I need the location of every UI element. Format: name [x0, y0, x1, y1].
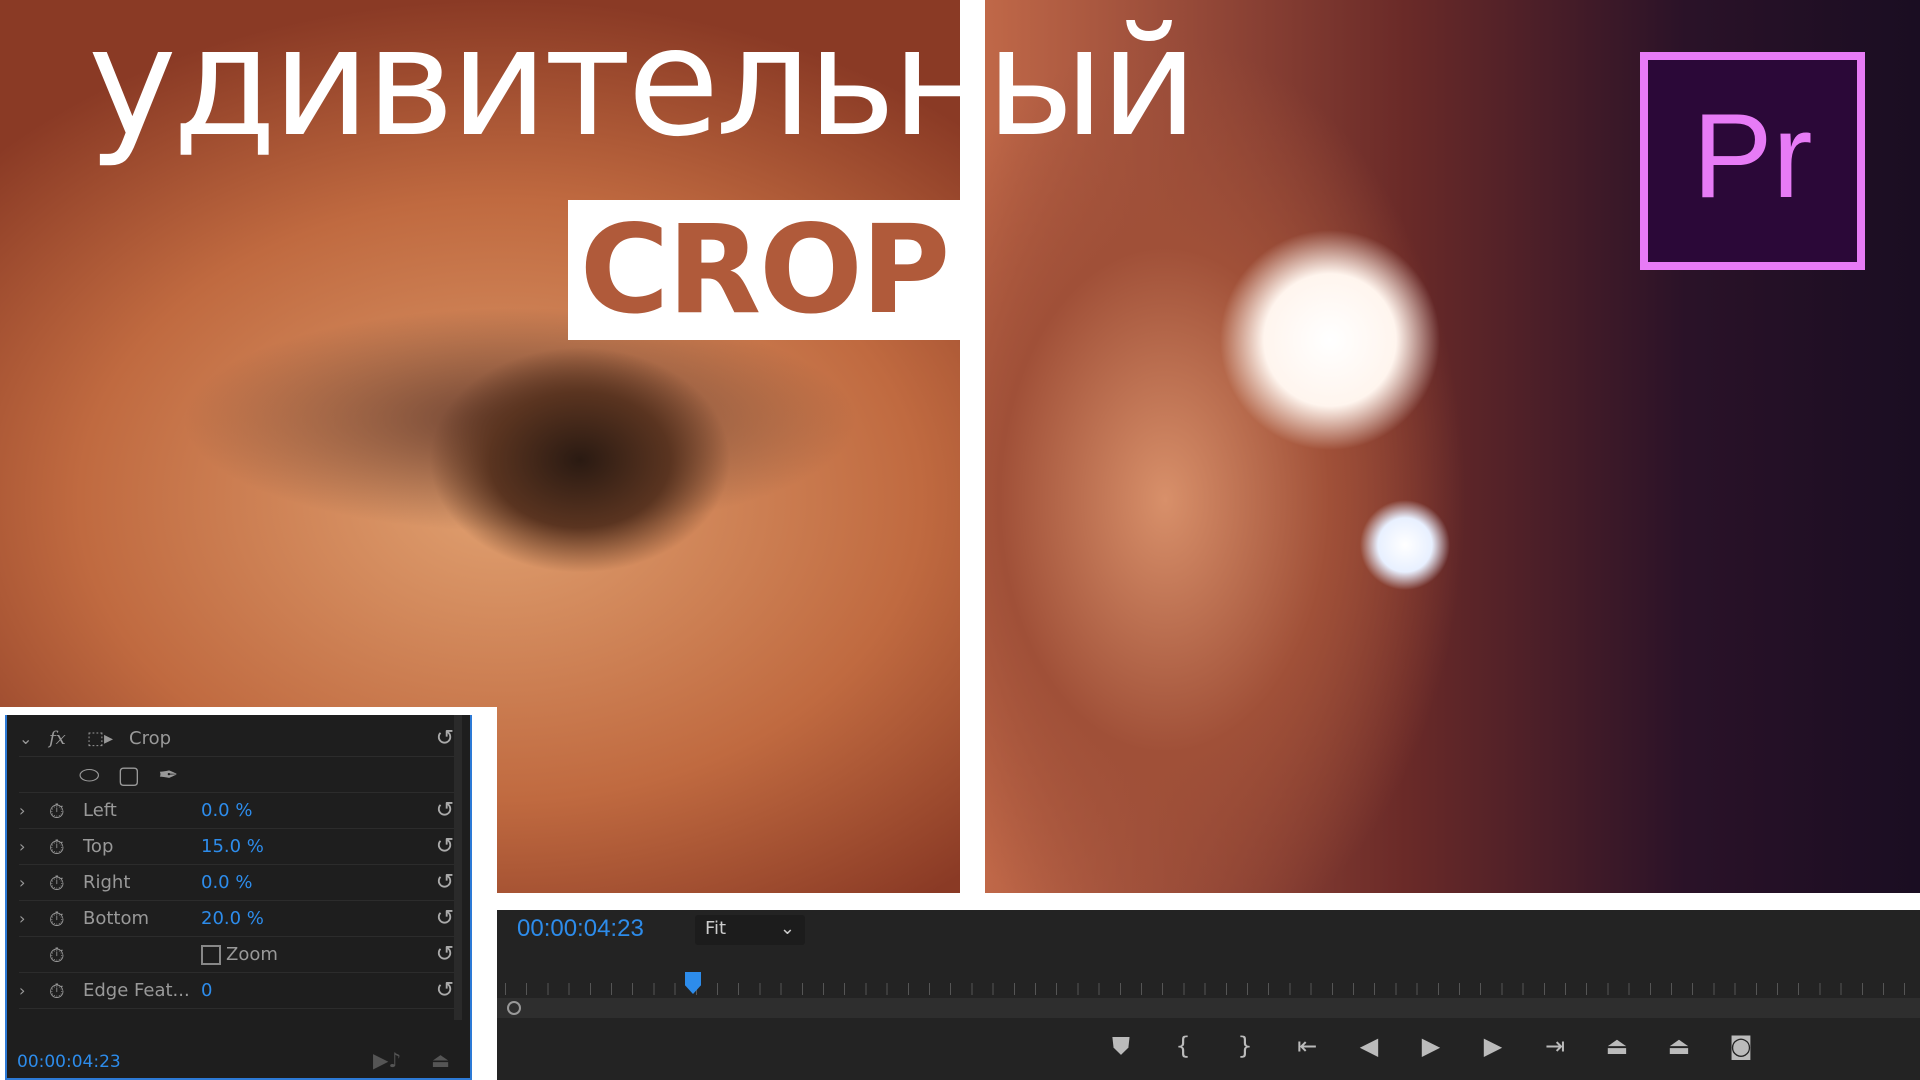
step-forward-icon[interactable]: ▶ [1477, 1032, 1509, 1060]
chevron-right-icon[interactable]: › [19, 837, 49, 856]
chevron-right-icon[interactable]: › [19, 873, 49, 892]
scroll-handle[interactable] [507, 1001, 521, 1015]
reset-icon[interactable]: ↺ [436, 942, 454, 967]
reset-icon[interactable]: ↺ [436, 906, 454, 931]
monitor-timecode[interactable]: 00:00:04:23 [517, 915, 644, 943]
stopwatch-icon[interactable]: ⏱ [49, 907, 83, 931]
effect-controls-panel: ⌄ fx ⬚▸ Crop ↺ ⬭ ▢ ✒ › ⏱ Left 0.0 % ↺ › ⏱ Top 1… [0, 707, 497, 1080]
property-zoom: ⏱ Zoom ↺ [19, 937, 454, 973]
chevron-right-icon[interactable]: › [19, 981, 49, 1000]
reset-icon[interactable]: ↺ [436, 978, 454, 1003]
mark-out-icon[interactable]: } [1229, 1032, 1261, 1060]
chevron-down-icon: ⌄ [779, 918, 795, 939]
export-icon[interactable]: ⏏ [431, 1048, 450, 1072]
chevron-right-icon[interactable]: › [19, 909, 49, 928]
zoom-scrollbar[interactable] [485, 998, 1920, 1018]
ellipse-mask-icon[interactable]: ⬭ [79, 761, 100, 789]
go-to-out-icon[interactable]: ⇥ [1539, 1032, 1571, 1060]
time-ruler[interactable] [505, 965, 1920, 995]
stopwatch-icon[interactable]: ⏱ [49, 799, 83, 823]
stopwatch-icon[interactable]: ⏱ [49, 943, 83, 967]
chevron-right-icon[interactable]: › [19, 801, 49, 820]
transform-icon: ⬚▸ [87, 728, 114, 749]
chevron-down-icon[interactable]: ⌄ [19, 729, 49, 748]
thumbnail-title: удивительный [88, 0, 1198, 170]
go-to-in-icon[interactable]: ⇤ [1291, 1032, 1323, 1060]
mask-tools: ⬭ ▢ ✒ [19, 757, 454, 793]
fx-icon[interactable]: fx [49, 728, 87, 749]
thumbnail-subtitle: CROP [579, 199, 951, 341]
rectangle-mask-icon[interactable]: ▢ [118, 761, 141, 789]
mark-in-icon[interactable]: { [1167, 1032, 1199, 1060]
panel-scrollbar[interactable] [454, 715, 462, 1020]
camera-icon[interactable]: ◙ [1725, 1032, 1757, 1060]
property-left: › ⏱ Left 0.0 % ↺ [19, 793, 454, 829]
reset-icon[interactable]: ↺ [436, 870, 454, 895]
marker-icon[interactable]: ⛊ [1105, 1032, 1137, 1060]
play-audio-icon[interactable]: ▶♪ [373, 1048, 401, 1072]
extract-icon[interactable]: ⏏ [1663, 1032, 1695, 1060]
stopwatch-icon[interactable]: ⏱ [49, 979, 83, 1003]
reset-icon[interactable]: ↺ [436, 798, 454, 823]
effect-name: Crop [129, 728, 172, 749]
property-edge-feather: › ⏱ Edge Feat... 0 ↺ [19, 973, 454, 1009]
step-back-icon[interactable]: ◀ [1353, 1032, 1385, 1060]
transport-controls: ⛊ { } ⇤ ◀ ▶ ▶ ⇥ ⏏ ⏏ ◙ [1105, 1032, 1757, 1060]
stopwatch-icon[interactable]: ⏱ [49, 835, 83, 859]
reset-icon[interactable]: ↺ [436, 726, 454, 751]
lift-icon[interactable]: ⏏ [1601, 1032, 1633, 1060]
zoom-checkbox[interactable] [201, 944, 221, 965]
zoom-select[interactable]: Fit ⌄ [695, 915, 805, 945]
program-monitor: 00:00:04:23 Fit ⌄ ⛊ { } ⇤ ◀ ▶ ▶ ⇥ ⏏ ⏏ ◙ [485, 910, 1920, 1080]
crop-effect-header[interactable]: ⌄ fx ⬚▸ Crop ↺ [19, 721, 454, 757]
play-icon[interactable]: ▶ [1415, 1032, 1447, 1060]
pen-mask-icon[interactable]: ✒ [158, 761, 178, 789]
stopwatch-icon[interactable]: ⏱ [49, 871, 83, 895]
crop-label-box: CROP [568, 199, 960, 341]
property-top: › ⏱ Top 15.0 % ↺ [19, 829, 454, 865]
premiere-logo: Pr [1640, 52, 1865, 270]
reset-icon[interactable]: ↺ [436, 834, 454, 859]
property-right: › ⏱ Right 0.0 % ↺ [19, 865, 454, 901]
property-bottom: › ⏱ Bottom 20.0 % ↺ [19, 901, 454, 937]
panel-timecode[interactable]: 00:00:04:23 [17, 1052, 121, 1072]
